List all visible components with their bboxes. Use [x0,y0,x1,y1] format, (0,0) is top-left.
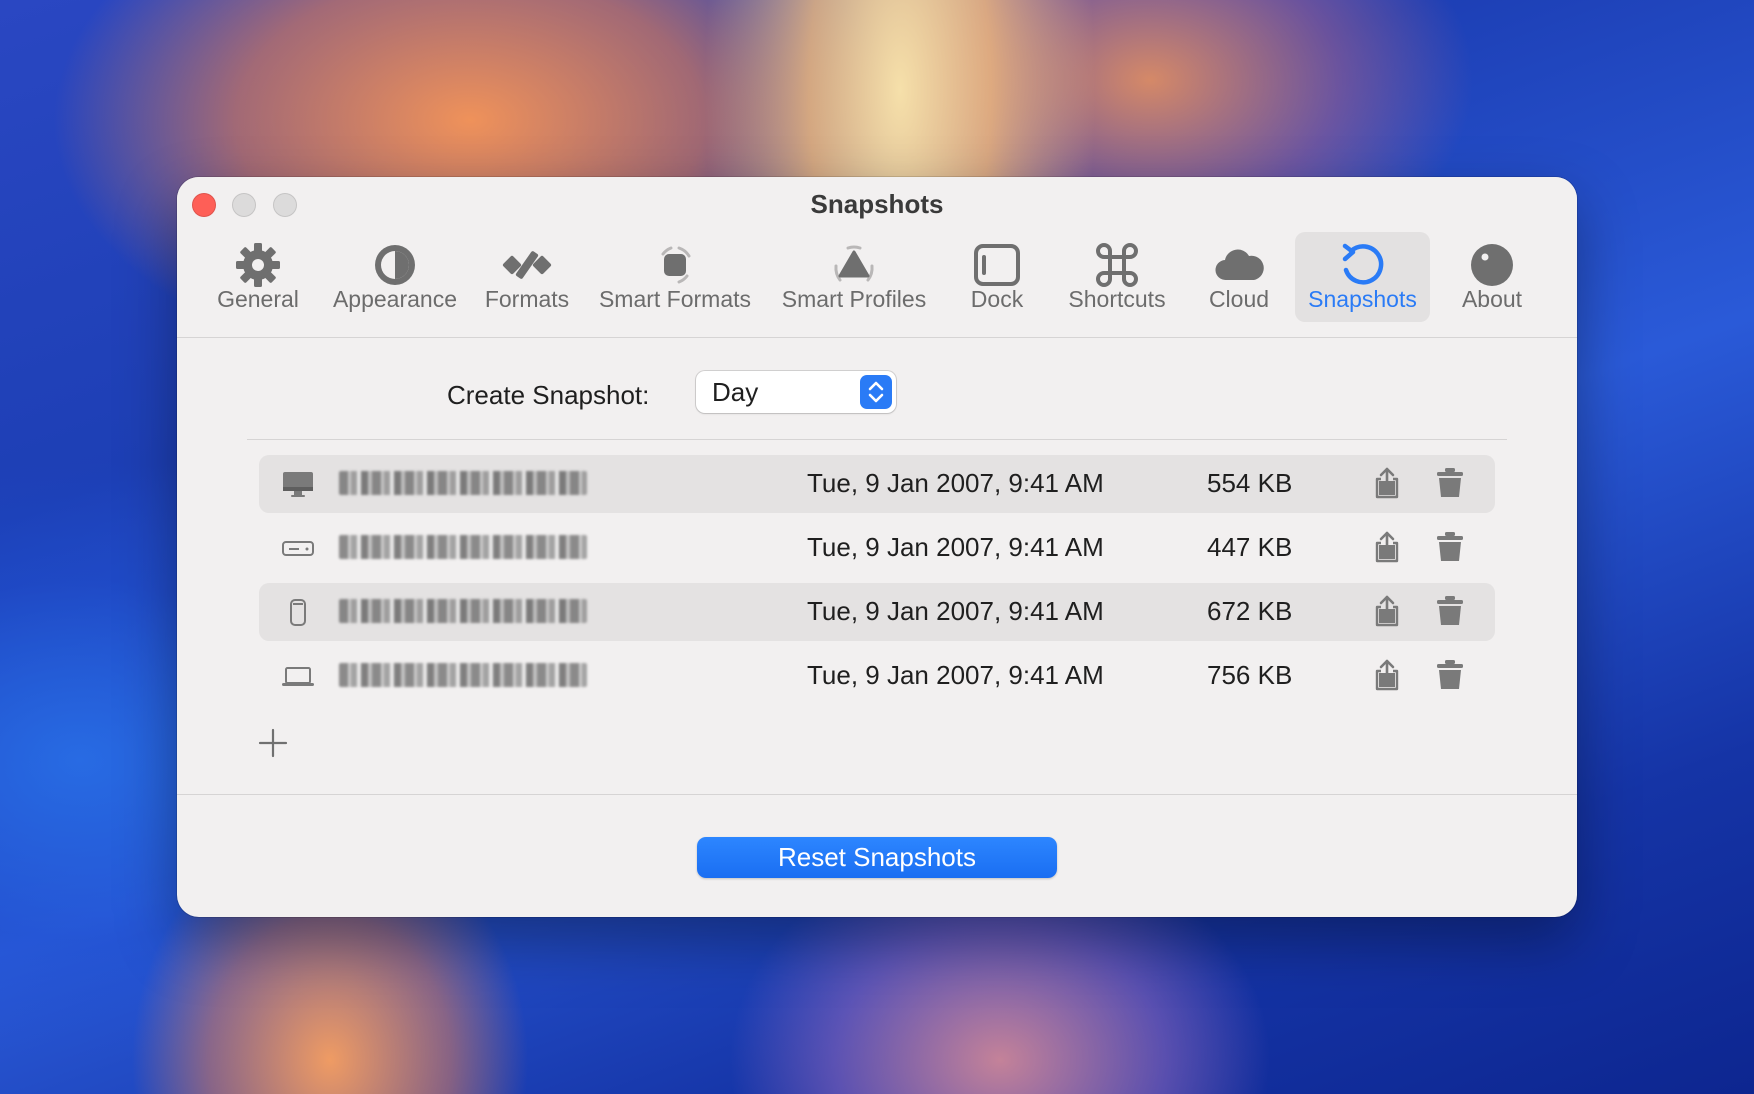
tab-label: Dock [970,286,1024,312]
tab-label: General [217,286,299,312]
tab-label: Appearance [332,286,458,312]
divider [247,439,1507,440]
preferences-window: Snapshots General Appearance Formats Sma… [177,177,1577,917]
snapshot-size: 756 KB [1207,660,1293,690]
tab-dock[interactable]: Dock [955,232,1039,322]
macbook-icon [282,667,314,686]
snapshot-date: Tue, 9 Jan 2007, 9:41 AM [807,660,1104,690]
add-snapshot-plus-icon[interactable] [258,728,288,758]
snapshot-frequency-select[interactable]: Day [696,371,896,413]
imac-icon [283,472,313,497]
gear-icon [236,243,280,287]
trash-icon[interactable] [1435,659,1465,691]
restore-icon [1342,243,1383,285]
half-circle-icon [375,245,415,285]
window-title: Snapshots [810,189,944,219]
snapshot-date: Tue, 9 Jan 2007, 9:41 AM [807,532,1104,562]
tab-shortcuts[interactable]: Shortcuts [1057,232,1177,322]
dock-icon [974,244,1020,286]
tab-smart-profiles[interactable]: Smart Profiles [774,232,934,322]
snapshot-size: 447 KB [1207,532,1293,562]
about-icon [1471,244,1513,286]
trash-icon[interactable] [1435,595,1465,627]
share-icon[interactable] [1371,594,1403,628]
snapshot-row[interactable]: Tue, 9 Jan 2007, 9:41 AM 554 KB [259,455,1495,513]
mac-pro-icon [290,599,306,626]
snapshot-size: 554 KB [1207,468,1293,498]
snapshot-date: Tue, 9 Jan 2007, 9:41 AM [807,468,1104,498]
share-icon[interactable] [1371,466,1403,500]
snapshot-row[interactable]: Tue, 9 Jan 2007, 9:41 AM 447 KB [259,519,1495,577]
tab-label: Shortcuts [1068,286,1166,312]
popup-stepper [860,375,892,409]
tab-about[interactable]: About [1449,232,1535,322]
create-snapshot-label: Create Snapshot: [447,380,650,410]
smart-formats-icon [661,246,691,284]
preferences-toolbar: General Appearance Formats Smart Formats… [177,232,1577,332]
snapshot-date: Tue, 9 Jan 2007, 9:41 AM [807,596,1104,626]
smart-profiles-icon [834,245,874,282]
redacted-device-name [339,535,587,559]
tab-label: Smart Profiles [781,286,927,312]
snapshot-size: 672 KB [1207,596,1293,626]
formats-icon [502,251,552,279]
tab-formats[interactable]: Formats [477,232,577,322]
redacted-device-name [339,599,587,623]
cloud-icon [1215,249,1264,281]
tab-snapshots[interactable]: Snapshots [1295,232,1430,322]
tab-label: Cloud [1208,286,1270,312]
share-icon[interactable] [1371,530,1403,564]
tab-label: About [1461,286,1523,312]
snapshot-row[interactable]: Tue, 9 Jan 2007, 9:41 AM 672 KB [259,583,1495,641]
title-bar: Snapshots General Appearance Formats Sma… [177,177,1577,338]
tab-cloud[interactable]: Cloud [1192,232,1286,322]
trash-icon[interactable] [1435,531,1465,563]
redacted-device-name [339,663,587,687]
redacted-device-name [339,471,587,495]
tab-appearance[interactable]: Appearance [328,232,462,322]
reset-snapshots-button[interactable]: Reset Snapshots [697,837,1057,878]
tab-label: Smart Formats [598,286,752,312]
chevron-up-down-icon [868,381,884,403]
tab-label: Formats [484,286,570,312]
footer-divider [177,794,1577,795]
tab-smart-formats[interactable]: Smart Formats [595,232,755,322]
command-icon [1096,243,1138,287]
share-icon[interactable] [1371,658,1403,692]
mac-mini-icon [282,541,314,556]
tab-general[interactable]: General [205,232,311,322]
trash-icon[interactable] [1435,467,1465,499]
snapshot-frequency-value: Day [712,377,759,407]
tab-label: Snapshots [1308,286,1417,312]
snapshot-row[interactable]: Tue, 9 Jan 2007, 9:41 AM 756 KB [259,647,1495,705]
